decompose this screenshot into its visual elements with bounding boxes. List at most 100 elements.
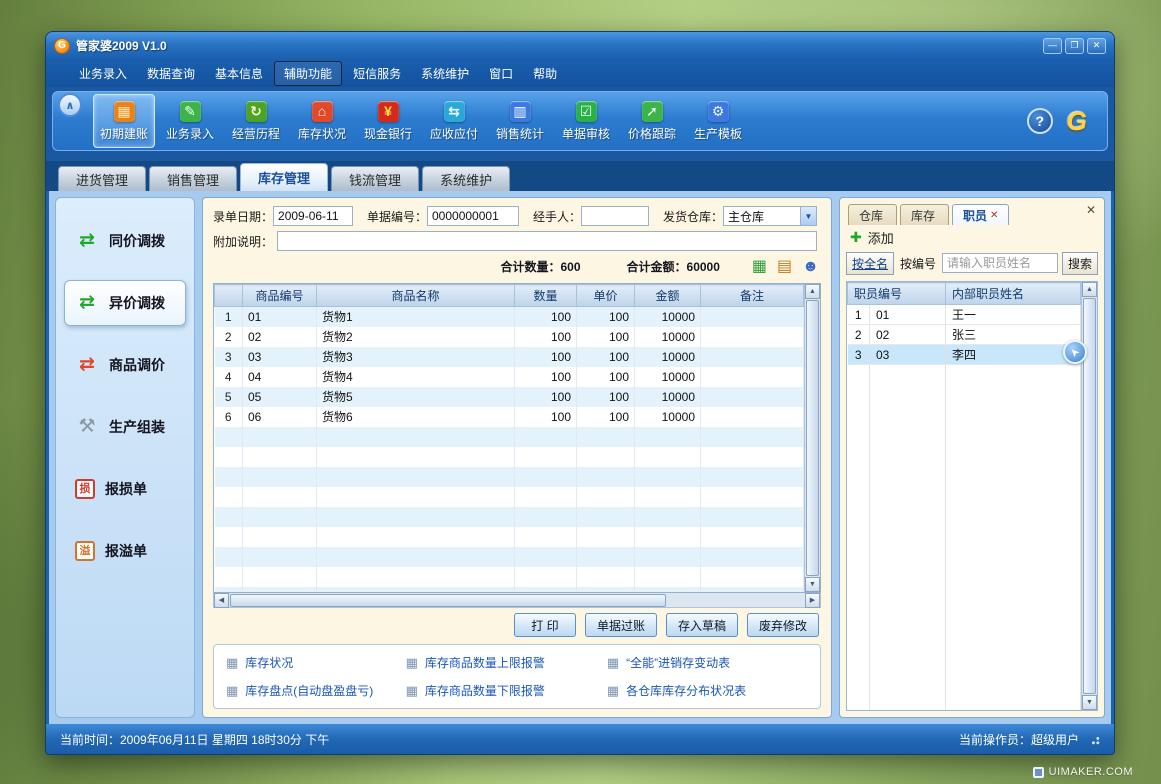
report-link[interactable]: ▦ “全能”进销存变动表	[607, 654, 808, 671]
scroll-down-arrow-icon[interactable]: ▼	[805, 577, 820, 592]
item-amount: 10000	[635, 327, 701, 347]
report-link[interactable]: ▦ 库存盘点(自动盘盈盘亏)	[226, 682, 406, 699]
person-icon[interactable]: ☻	[802, 259, 819, 275]
toolbar-button[interactable]: ✎ 业务录入	[159, 94, 221, 148]
search-button[interactable]: 搜索	[1062, 252, 1098, 275]
main-tab[interactable]: 进货管理	[58, 166, 146, 191]
main-tab[interactable]: 系统维护	[422, 166, 510, 191]
empty-row	[215, 467, 804, 487]
staff-row-number: 3	[848, 345, 870, 365]
report-link[interactable]: ▦ 库存商品数量下限报警	[406, 682, 607, 699]
transfer-document-panel: 录单日期： 单据编号： 经手人： 发货仓库：	[202, 197, 832, 718]
scroll-up-arrow-icon[interactable]: ▲	[805, 284, 820, 299]
menu-item[interactable]: 辅助功能	[274, 61, 342, 86]
menu-item[interactable]: 业务录入	[70, 62, 136, 85]
scroll-left-arrow-icon[interactable]: ◀	[214, 593, 229, 608]
toolbar-button[interactable]: ↻ 经营历程	[225, 94, 287, 148]
toolbar-button[interactable]: ⇆ 应收应付	[423, 94, 485, 148]
toolbar-button[interactable]: ➚ 价格跟踪	[621, 94, 683, 148]
toolbar-button[interactable]: ⚙ 生产模板	[687, 94, 749, 148]
main-tab[interactable]: 钱流管理	[331, 166, 419, 191]
sidebar-item[interactable]: ⇄ 异价调拨	[64, 280, 186, 326]
empty-row	[848, 685, 1081, 705]
menu-item[interactable]: 数据查询	[138, 62, 204, 85]
calculator-icon[interactable]: ▤	[777, 259, 792, 275]
tab-close-icon[interactable]: ✕	[990, 210, 998, 221]
item-amount: 10000	[635, 387, 701, 407]
toolbar-button[interactable]: ☑ 单据审核	[555, 94, 617, 148]
action-button[interactable]: 打 印	[514, 613, 576, 637]
restore-button[interactable]: ❐	[1065, 38, 1084, 54]
vertical-scrollbar[interactable]: ▲ ▼	[804, 284, 820, 592]
warehouse-select[interactable]: 主仓库 ▼	[723, 206, 817, 226]
toolbar-button[interactable]: ¥ 现金银行	[357, 94, 419, 148]
item-row[interactable]: 2 02 货物2 100 100 10000	[215, 327, 804, 347]
toolbar-scroll-up-button[interactable]: ∧	[58, 93, 82, 117]
help-icon[interactable]: ?	[1027, 108, 1053, 134]
staff-search-input[interactable]	[942, 253, 1058, 273]
item-note	[701, 347, 804, 367]
empty-row	[848, 625, 1081, 645]
record-date-input[interactable]	[273, 206, 353, 226]
note-input[interactable]	[277, 231, 817, 251]
menu-item[interactable]: 基本信息	[206, 62, 272, 85]
toolbar-button[interactable]: ▥ 销售统计	[489, 94, 551, 148]
handler-input[interactable]	[581, 206, 649, 226]
doc-number-input[interactable]	[427, 206, 519, 226]
sidebar-item[interactable]: ⚒ 生产组装	[64, 404, 186, 450]
item-amount: 10000	[635, 347, 701, 367]
report-link[interactable]: ▦ 库存商品数量上限报警	[406, 654, 607, 671]
app-logo-icon: G	[54, 38, 70, 54]
pencil-icon: ✎	[180, 101, 201, 122]
menu-item[interactable]: 窗口	[480, 62, 522, 85]
staff-row[interactable]: 3 03 李四	[848, 345, 1081, 365]
empty-row	[215, 487, 804, 507]
report-link[interactable]: ▦ 库存状况	[226, 654, 406, 671]
filter-by-code-button[interactable]: 按编号	[898, 255, 938, 272]
menu-item[interactable]: 帮助	[524, 62, 566, 85]
close-button[interactable]: ✕	[1087, 38, 1106, 54]
action-button[interactable]: 单据过账	[585, 613, 657, 637]
item-row[interactable]: 5 05 货物5 100 100 10000	[215, 387, 804, 407]
empty-row	[848, 525, 1081, 545]
main-tab[interactable]: 库存管理	[240, 163, 328, 191]
resize-grip[interactable]	[1089, 734, 1100, 745]
action-button[interactable]: 存入草稿	[666, 613, 738, 637]
item-row[interactable]: 3 03 货物3 100 100 10000	[215, 347, 804, 367]
lookup-tab[interactable]: 库存	[900, 204, 949, 225]
minimize-button[interactable]: —	[1043, 38, 1062, 54]
toolbar-right: ? G	[1027, 106, 1099, 137]
item-row[interactable]: 1 01 货物1 100 100 10000	[215, 307, 804, 327]
grid-sheet-icon[interactable]: ▦	[752, 259, 767, 275]
sidebar-item[interactable]: ⇄ 同价调拨	[64, 218, 186, 264]
item-row[interactable]: 6 06 货物6 100 100 10000	[215, 407, 804, 427]
scrollbar-thumb[interactable]	[230, 594, 666, 607]
lookup-tab[interactable]: 仓库	[848, 204, 897, 225]
filter-by-name-button[interactable]: 按全名	[846, 252, 894, 275]
report-link[interactable]: ▦ 各仓库库存分布状况表	[607, 682, 808, 699]
scroll-up-arrow-icon[interactable]: ▲	[1082, 282, 1097, 297]
menu-item[interactable]: 短信服务	[344, 62, 410, 85]
toolbar-button[interactable]: ⌂ 库存状况	[291, 94, 353, 148]
sidebar-item[interactable]: 损 报损单	[64, 466, 186, 512]
lookup-tab[interactable]: 职员 ✕	[952, 204, 1009, 225]
item-amount: 10000	[635, 407, 701, 427]
toolbar-button[interactable]: ▦ 初期建账	[93, 94, 155, 148]
menu-item[interactable]: 系统维护	[412, 62, 478, 85]
wrench-icon: ⚒	[75, 416, 99, 438]
empty-row	[848, 465, 1081, 485]
horizontal-scrollbar[interactable]: ◀ ▶	[213, 593, 821, 608]
add-staff-button[interactable]: ✚ 添加	[840, 225, 1104, 249]
scrollbar-thumb[interactable]	[806, 300, 819, 576]
item-row[interactable]: 4 04 货物4 100 100 10000	[215, 367, 804, 387]
main-tab[interactable]: 销售管理	[149, 166, 237, 191]
staff-row[interactable]: 1 01 王一	[848, 305, 1081, 325]
scroll-right-arrow-icon[interactable]: ▶	[805, 593, 820, 608]
staff-row[interactable]: 2 02 张三	[848, 325, 1081, 345]
toolbar-button-label: 业务录入	[166, 125, 214, 142]
panel-close-icon[interactable]: ✕	[1086, 203, 1096, 217]
scroll-down-arrow-icon[interactable]: ▼	[1082, 695, 1097, 710]
sidebar-item[interactable]: 溢 报溢单	[64, 528, 186, 574]
sidebar-item[interactable]: ⇄ 商品调价	[64, 342, 186, 388]
action-button[interactable]: 废弃修改	[747, 613, 819, 637]
